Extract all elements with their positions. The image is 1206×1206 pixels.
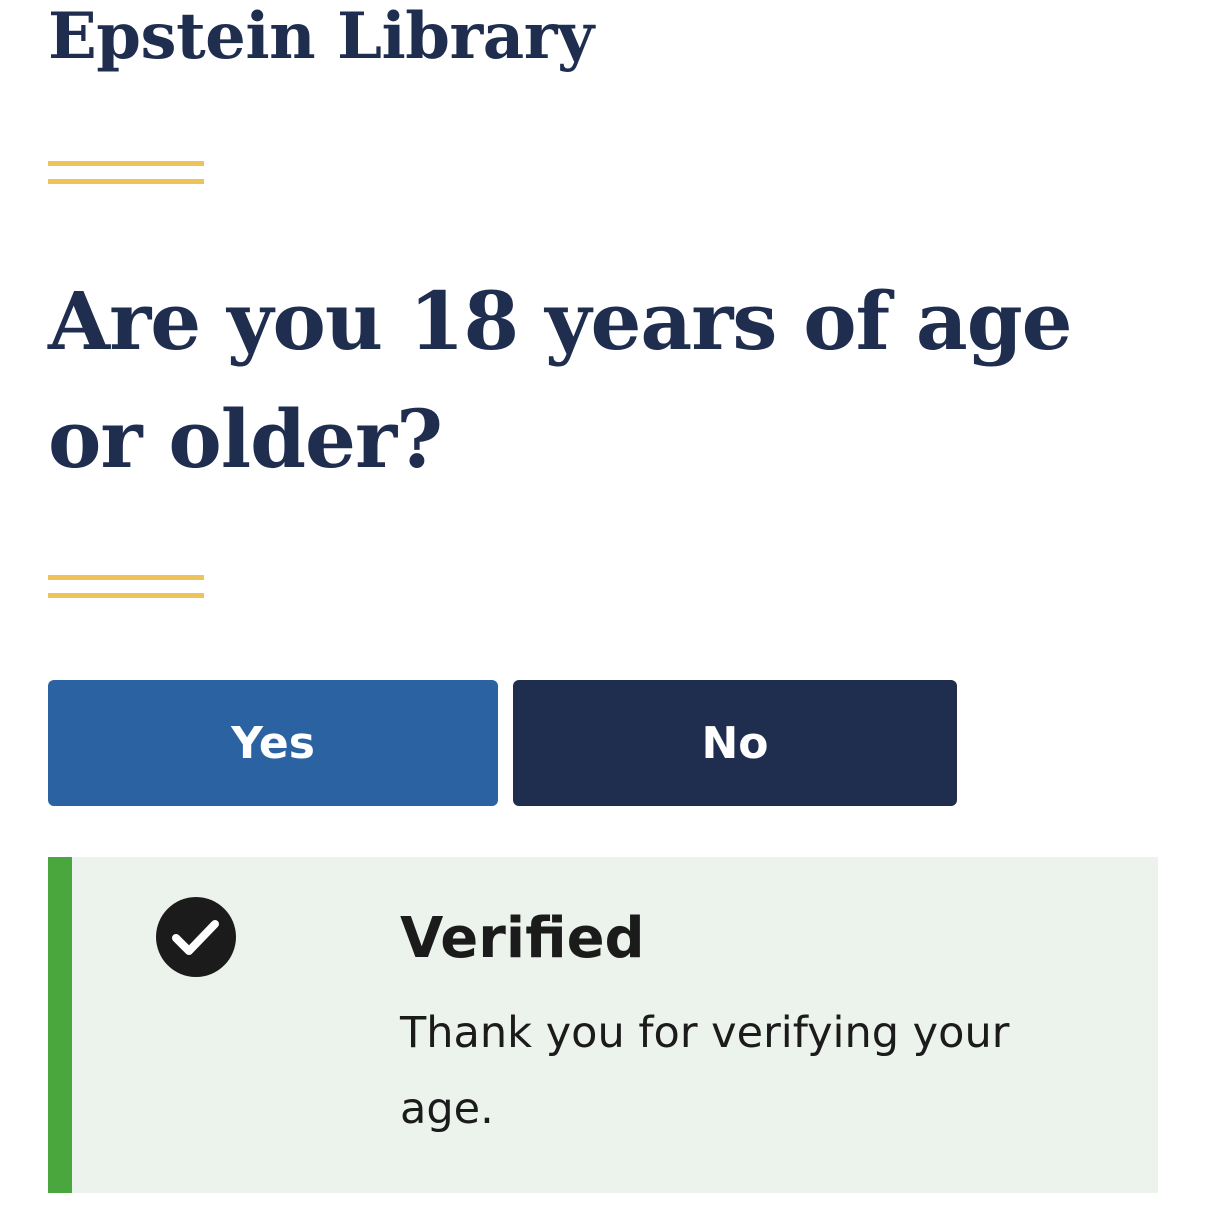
decorative-divider [48,575,204,599]
no-button[interactable]: No [513,680,957,806]
alert-heading: Verified [400,906,645,971]
divider-line [48,161,204,166]
yes-button[interactable]: Yes [48,680,498,806]
site-title: Epstein Library [48,0,594,74]
decorative-divider [48,161,204,185]
divider-line [48,575,204,580]
age-question-heading: Are you 18 years of age or older? [48,274,1073,486]
divider-line [48,179,204,184]
alert-message: Thank you for verifying your age. [400,1008,1010,1134]
divider-line [48,593,204,598]
check-circle-icon [156,897,236,977]
verified-alert: Verified Thank you for verifying your ag… [48,857,1158,1193]
